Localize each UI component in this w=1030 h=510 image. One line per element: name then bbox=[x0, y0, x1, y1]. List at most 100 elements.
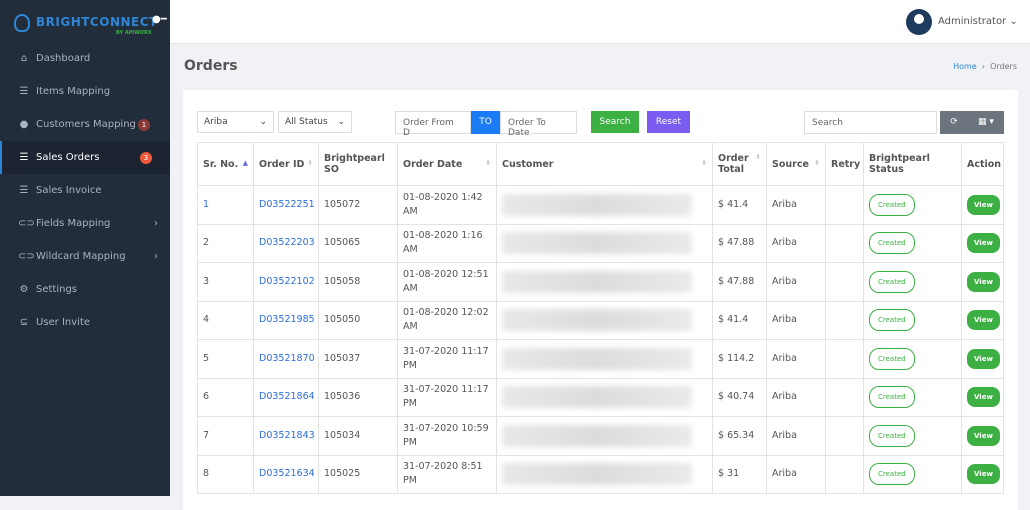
sidebar-item-wildcard-mapping[interactable]: ⊂⊃ Wildcard Mapping › bbox=[0, 240, 170, 273]
view-button[interactable]: View bbox=[967, 348, 1000, 369]
order-id-link[interactable]: D03521870 bbox=[253, 339, 319, 379]
column-header[interactable]: ⬍ Order Total bbox=[712, 142, 767, 186]
order-id-link[interactable]: D03521843 bbox=[253, 416, 319, 456]
sidebar-item-user-invite[interactable]: ⊆ User Invite bbox=[0, 306, 170, 339]
sidebar-item-label: Items Mapping bbox=[36, 86, 111, 97]
order-total: $ 114.2 bbox=[712, 339, 767, 379]
reset-button[interactable]: Reset bbox=[647, 111, 690, 133]
sidebar-item-sales-orders[interactable]: ☰ Sales Orders 3 bbox=[0, 141, 170, 174]
order-total: $ 41.4 bbox=[712, 185, 767, 225]
view-button[interactable]: View bbox=[967, 387, 1000, 408]
order-total: $ 47.88 bbox=[712, 262, 767, 302]
order-id-link[interactable]: D03521864 bbox=[253, 377, 319, 417]
status-select[interactable]: All Status ⌄ bbox=[278, 111, 352, 133]
column-header[interactable]: Brightpearl Status bbox=[863, 142, 962, 186]
order-date: 01-08-2020 1:16 AM bbox=[397, 223, 497, 263]
sidebar-item-dashboard[interactable]: ⌂ Dashboard bbox=[0, 42, 170, 75]
brightpearl-so: 105050 bbox=[318, 300, 398, 340]
table-row: 2 D03522203 105065 01-08-2020 1:16 AM $ … bbox=[197, 223, 1004, 263]
user-icon: ● bbox=[19, 119, 29, 130]
to-label: TO bbox=[471, 111, 500, 134]
sidebar-item-label: Settings bbox=[36, 284, 78, 295]
bulb-icon bbox=[14, 14, 30, 32]
column-header[interactable]: ▲ Sr. No. bbox=[197, 142, 254, 186]
sort-icon: ▲ bbox=[242, 158, 248, 167]
order-date: 31-07-2020 11:17 PM bbox=[397, 377, 497, 417]
sr-no: 3 bbox=[197, 262, 254, 302]
sidebar-item-items-mapping[interactable]: ☰ Items Mapping bbox=[0, 75, 170, 108]
status-badge: Created bbox=[869, 463, 915, 486]
header-label: Customer bbox=[502, 158, 554, 170]
column-header[interactable]: ⬍ Source bbox=[766, 142, 826, 186]
order-date: 31-07-2020 8:51 PM bbox=[397, 454, 497, 494]
column-header[interactable]: Action bbox=[961, 142, 1004, 186]
source: Ariba bbox=[766, 377, 826, 417]
refresh-button[interactable]: ⟳ bbox=[940, 111, 968, 134]
sidebar-item-label: Sales Invoice bbox=[36, 185, 102, 196]
brightpearl-so: 105025 bbox=[318, 454, 398, 494]
home-icon: ⌂ bbox=[20, 53, 28, 64]
source-select[interactable]: Ariba ⌄ bbox=[197, 111, 274, 133]
table-row: 5 D03521870 105037 31-07-2020 11:17 PM $… bbox=[197, 339, 1004, 379]
sr-no: 8 bbox=[197, 454, 254, 494]
column-header[interactable]: Retry bbox=[825, 142, 864, 186]
breadcrumb-home[interactable]: Home bbox=[953, 62, 977, 71]
view-button[interactable]: View bbox=[967, 233, 1000, 254]
column-header[interactable]: Brightpearl SO bbox=[318, 142, 398, 186]
order-total: $ 40.74 bbox=[712, 377, 767, 417]
view-button[interactable]: View bbox=[967, 464, 1000, 485]
header-label: Source bbox=[772, 158, 809, 170]
table-row: 7 D03521843 105034 31-07-2020 10:59 PM $… bbox=[197, 416, 1004, 456]
brand-logo[interactable]: BRIGHTCONNECT BY APIWORX ●━ bbox=[12, 10, 167, 38]
page-title: Orders bbox=[184, 58, 238, 74]
sidebar-item-settings[interactable]: ⚙ Settings bbox=[0, 273, 170, 306]
toggle-sidebar-icon[interactable]: ●━ bbox=[152, 14, 167, 25]
sort-icon: ⬍ bbox=[307, 158, 313, 167]
retry bbox=[825, 454, 864, 494]
column-header[interactable]: ⬍ Customer bbox=[496, 142, 713, 186]
header-label: Order Date bbox=[403, 158, 463, 170]
order-id-link[interactable]: D03521985 bbox=[253, 300, 319, 340]
sort-icon: ⬍ bbox=[485, 158, 491, 167]
order-id-link[interactable]: D03522102 bbox=[253, 262, 319, 302]
sidebar-item-fields-mapping[interactable]: ⊂⊃ Fields Mapping › bbox=[0, 207, 170, 240]
retry bbox=[825, 377, 864, 417]
column-header[interactable]: ⬍ Order ID bbox=[253, 142, 319, 186]
column-header[interactable]: ⬍ Order Date bbox=[397, 142, 497, 186]
sidebar-item-customers-mapping[interactable]: ● Customers Mapping 1 bbox=[0, 108, 170, 141]
order-date: 31-07-2020 10:59 PM bbox=[397, 416, 497, 456]
order-from-date-input[interactable]: Order From D bbox=[395, 111, 471, 138]
order-id-link[interactable]: D03521634 bbox=[253, 454, 319, 494]
search-button[interactable]: Search bbox=[591, 111, 639, 133]
sidebar-item-sales-invoice[interactable]: ☰ Sales Invoice bbox=[0, 174, 170, 207]
order-total: $ 47.88 bbox=[712, 223, 767, 263]
sr-no: 5 bbox=[197, 339, 254, 379]
orders-table: ▲ Sr. No. ⬍ Order ID Brightpearl SO ⬍ Order Da… bbox=[197, 142, 1004, 494]
status-badge: Created bbox=[869, 193, 915, 216]
sr-no: 2 bbox=[197, 223, 254, 263]
order-to-date-input[interactable]: Order To Date bbox=[500, 111, 577, 138]
view-button[interactable]: View bbox=[967, 194, 1000, 215]
order-id-link[interactable]: D03522251 bbox=[253, 185, 319, 225]
view-button[interactable]: View bbox=[967, 425, 1000, 446]
sort-icon: ⬍ bbox=[755, 153, 761, 161]
customer-redacted bbox=[496, 416, 713, 456]
view-button[interactable]: View bbox=[967, 310, 1000, 331]
user-menu[interactable]: Administrator ⌄ bbox=[938, 16, 1018, 27]
view-button[interactable]: View bbox=[967, 271, 1000, 292]
brightpearl-so: 105065 bbox=[318, 223, 398, 263]
refresh-icon: ⟳ bbox=[950, 117, 958, 127]
sr-no: 6 bbox=[197, 377, 254, 417]
avatar[interactable] bbox=[906, 9, 932, 35]
table-row: 3 D03522102 105058 01-08-2020 12:51 AM $… bbox=[197, 262, 1004, 302]
sort-icon: ⬍ bbox=[814, 158, 820, 167]
columns-toggle-button[interactable]: ▦ ▾ bbox=[968, 111, 1004, 134]
link-icon: ⊂⊃ bbox=[18, 251, 35, 262]
chevron-down-icon: ⌄ bbox=[1009, 16, 1018, 27]
sidebar-item-label: Wildcard Mapping bbox=[36, 251, 126, 262]
status-badge: Created bbox=[869, 270, 915, 293]
table-search-input[interactable]: Search bbox=[804, 111, 937, 134]
top-bar: Administrator ⌄ bbox=[170, 0, 1030, 44]
source: Ariba bbox=[766, 339, 826, 379]
order-id-link[interactable]: D03522203 bbox=[253, 223, 319, 263]
